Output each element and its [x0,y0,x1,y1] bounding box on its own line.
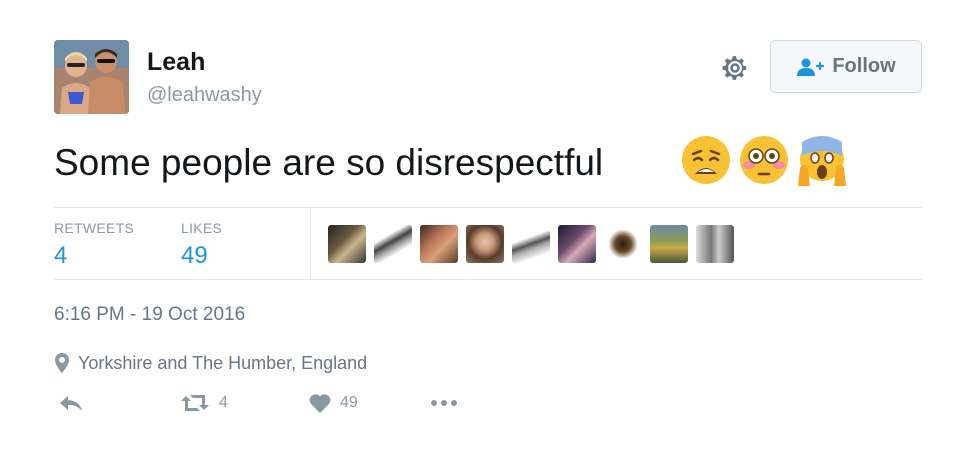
emoji-group [680,134,848,186]
location-pin-icon [55,353,69,373]
liker-avatar[interactable] [420,225,458,263]
reply-button[interactable] [58,392,84,414]
more-dots-icon [431,400,457,406]
like-button[interactable]: 49 [308,392,358,414]
follow-button[interactable]: Follow [770,40,922,93]
avatar[interactable] [54,40,129,114]
follow-label: Follow [832,55,896,77]
more-button[interactable] [428,392,460,414]
profile-photo-icon [54,40,129,114]
liker-avatar[interactable] [558,225,596,263]
liker-avatar[interactable] [328,225,366,263]
add-user-icon [797,58,825,76]
liker-avatar[interactable] [466,225,504,263]
retweet-icon [181,395,209,411]
retweets-count: 4 [54,242,68,269]
liker-avatar[interactable] [604,225,642,263]
liker-avatars [328,225,734,263]
retweet-count: 4 [219,394,228,411]
liker-avatar[interactable] [374,225,412,263]
retweets-label: RETWEETS [54,220,135,236]
liker-avatar[interactable] [650,225,688,263]
heart-icon [309,394,331,413]
liker-avatar[interactable] [696,225,734,263]
face-screaming-in-fear-icon [796,134,848,186]
likes-label: LIKES [181,220,223,236]
tweet-location[interactable]: Yorkshire and The Humber, England [54,352,367,374]
retweets-stat[interactable]: RETWEETS 4 [54,220,134,270]
tweet-text: Some people are so disrespectful [54,142,604,183]
tweet-timestamp[interactable]: 6:16 PM - 19 Oct 2016 [54,304,245,326]
liker-avatar[interactable] [512,225,550,263]
weary-face-icon [680,134,732,186]
flushed-face-icon [738,134,790,186]
user-name[interactable]: Leah [147,48,205,77]
retweet-button[interactable]: 4 [179,392,228,414]
gear-icon[interactable] [720,53,750,83]
user-handle[interactable]: @leahwashy [147,84,262,107]
like-count: 49 [340,394,358,411]
location-label: Yorkshire and The Humber, England [78,352,368,373]
tweet-stats: RETWEETS 4 LIKES 49 [54,207,922,280]
likes-stat[interactable]: LIKES 49 [181,220,222,270]
stats-divider [310,208,311,279]
reply-icon [60,396,82,411]
likes-count: 49 [181,242,208,269]
